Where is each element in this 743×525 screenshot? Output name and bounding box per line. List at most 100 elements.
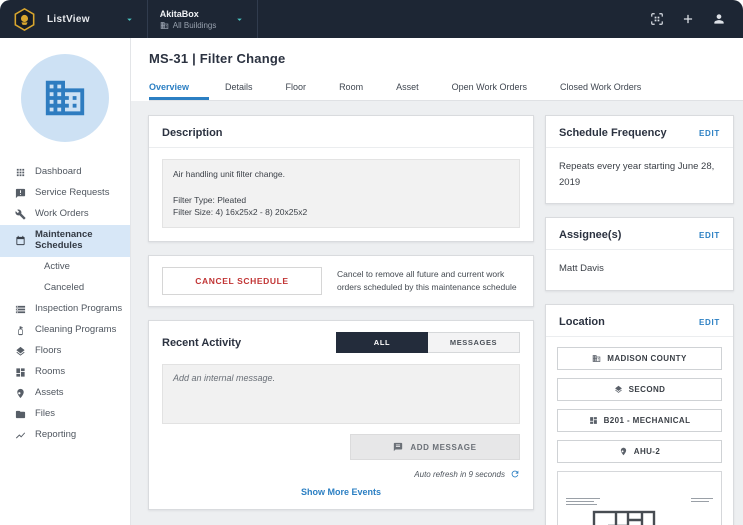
location-floor-button[interactable]: SECOND xyxy=(557,378,722,402)
sidebar-item-inspection-programs[interactable]: Inspection Programs xyxy=(0,299,130,320)
sidebar-item-label: Cleaning Programs xyxy=(35,323,117,335)
recent-activity-card: Recent Activity ALL MESSAGES ADD MESSAGE xyxy=(148,320,534,510)
layers-icon xyxy=(16,346,25,356)
tab-details[interactable]: Details xyxy=(225,77,253,100)
tab-closed-work-orders[interactable]: Closed Work Orders xyxy=(560,77,641,100)
sidebar-item-label: Files xyxy=(35,407,56,419)
top-navbar: ListView AkitaBox All Buildings xyxy=(0,0,743,38)
building-filter-label: All Buildings xyxy=(172,20,217,30)
cleaning-programs-icon xyxy=(18,326,23,335)
edit-assignees-button[interactable]: EDIT xyxy=(699,231,720,240)
internal-message-input[interactable] xyxy=(162,364,520,424)
sidebar-item-files[interactable]: Files xyxy=(0,404,130,425)
sidebar-item-reporting[interactable]: Reporting xyxy=(0,425,130,446)
floor-plan-titleblock-left xyxy=(566,498,600,507)
main-area: MS-31 | Filter Change Overview Details F… xyxy=(130,38,743,525)
sidebar-item-dashboard[interactable]: Dashboard xyxy=(0,162,130,183)
sidebar-item-cleaning-programs[interactable]: Cleaning Programs xyxy=(0,320,130,341)
sidebar-item-label: Dashboard xyxy=(35,166,82,178)
plus-icon[interactable] xyxy=(681,12,695,26)
sidebar-item-assets[interactable]: Assets xyxy=(0,383,130,404)
schedule-frequency-text: Repeats every year starting June 28, 201… xyxy=(559,161,715,188)
location-asset-button[interactable]: AHU-2 xyxy=(557,440,722,464)
sidebar-item-active[interactable]: Active xyxy=(0,257,130,278)
app-switcher[interactable]: ListView xyxy=(0,0,148,38)
qr-scan-icon[interactable] xyxy=(650,12,664,26)
sidebar-item-label: Service Requests xyxy=(35,187,110,199)
calendar-icon xyxy=(16,236,25,246)
show-more-events-link[interactable]: Show More Events xyxy=(149,479,533,509)
page-header: MS-31 | Filter Change Overview Details F… xyxy=(131,38,743,101)
tab-floor[interactable]: Floor xyxy=(286,77,307,100)
sidebar-item-service-requests[interactable]: Service Requests xyxy=(0,183,130,204)
sidebar-item-label: Work Orders xyxy=(35,208,89,220)
page-title: MS-31 | Filter Change xyxy=(149,51,286,66)
layers-icon xyxy=(614,385,622,393)
sidebar-item-label: Reporting xyxy=(35,428,77,440)
edit-schedule-frequency-button[interactable]: EDIT xyxy=(699,129,720,138)
map-pin-icon xyxy=(17,388,24,398)
map-pin-icon xyxy=(620,447,626,456)
location-building-label: MADISON COUNTY xyxy=(607,354,687,364)
tab-bar: Overview Details Floor Room Asset Open W… xyxy=(149,77,743,101)
rooms-icon xyxy=(589,417,597,424)
filter-messages-button[interactable]: MESSAGES xyxy=(428,332,520,353)
org-name-label: AkitaBox xyxy=(159,8,199,19)
chevron-down-icon[interactable] xyxy=(124,14,135,25)
tab-asset[interactable]: Asset xyxy=(396,77,419,100)
user-icon[interactable] xyxy=(712,12,726,26)
sidebar-item-label: Maintenance Schedules xyxy=(35,229,93,251)
sidebar-item-canceled[interactable]: Canceled xyxy=(0,278,130,299)
building-avatar[interactable] xyxy=(21,54,109,142)
location-room-button[interactable]: B201 - MECHANICAL xyxy=(557,409,722,433)
cancel-schedule-help-text: Cancel to remove all future and current … xyxy=(337,269,517,292)
sidebar-item-rooms[interactable]: Rooms xyxy=(0,362,130,383)
building-icon xyxy=(160,21,169,29)
location-building-button[interactable]: MADISON COUNTY xyxy=(557,347,722,371)
tab-overview[interactable]: Overview xyxy=(149,77,210,100)
edit-location-button[interactable]: EDIT xyxy=(699,318,720,327)
building-selector[interactable]: AkitaBox All Buildings xyxy=(148,0,259,38)
assignees-card: Assignee(s) EDIT Matt Davis xyxy=(545,217,734,292)
sidebar-item-label: Canceled xyxy=(44,281,85,293)
chat-bubble-icon xyxy=(394,442,403,452)
dashboard-grid-icon xyxy=(16,168,25,177)
assignees-title: Assignee(s) xyxy=(559,229,622,242)
building-icon xyxy=(593,355,601,362)
akitabox-logo-icon xyxy=(14,7,35,31)
tab-room[interactable]: Room xyxy=(339,77,363,100)
floor-plan-sketch-icon xyxy=(592,510,656,525)
sidebar-item-floors[interactable]: Floors xyxy=(0,341,130,362)
left-sidebar: Dashboard Service Requests Work Orders M… xyxy=(0,38,130,525)
wrench-icon xyxy=(15,209,26,220)
location-title: Location xyxy=(559,316,605,329)
floor-plan-titleblock-right xyxy=(691,498,713,504)
folder-icon xyxy=(15,410,26,418)
add-message-label: ADD MESSAGE xyxy=(410,442,477,452)
description-text: Air handling unit filter change. Filter … xyxy=(162,159,520,228)
cancel-schedule-button[interactable]: CANCEL SCHEDULE xyxy=(162,267,322,295)
chevron-down-icon[interactable] xyxy=(234,14,245,25)
inspection-programs-icon xyxy=(15,305,26,313)
location-card: Location EDIT MADISON COUNTY SECOND B201… xyxy=(545,304,734,525)
recent-activity-title: Recent Activity xyxy=(162,336,242,349)
location-asset-label: AHU-2 xyxy=(633,447,661,457)
sidebar-item-label: Floors xyxy=(35,344,62,356)
auto-refresh-text: Auto refresh in 9 seconds xyxy=(414,469,505,479)
rooms-icon xyxy=(16,368,25,377)
tab-open-work-orders[interactable]: Open Work Orders xyxy=(452,77,527,100)
sidebar-item-maintenance-schedules[interactable]: Maintenance Schedules xyxy=(0,225,130,257)
view-mode-label: ListView xyxy=(47,13,90,25)
refresh-icon[interactable] xyxy=(510,469,520,479)
floor-plan-thumbnail[interactable] xyxy=(557,471,722,525)
assignee-name: Matt Davis xyxy=(559,263,604,275)
sidebar-item-label: Inspection Programs xyxy=(35,302,123,314)
line-chart-icon xyxy=(15,432,26,439)
filter-all-button[interactable]: ALL xyxy=(336,332,428,353)
add-message-button[interactable]: ADD MESSAGE xyxy=(350,434,520,460)
description-card: Description Air handling unit filter cha… xyxy=(148,115,534,242)
sidebar-item-work-orders[interactable]: Work Orders xyxy=(0,204,130,225)
description-card-title: Description xyxy=(162,127,223,139)
location-room-label: B201 - MECHANICAL xyxy=(603,416,691,426)
sidebar-item-label: Active xyxy=(44,260,70,272)
